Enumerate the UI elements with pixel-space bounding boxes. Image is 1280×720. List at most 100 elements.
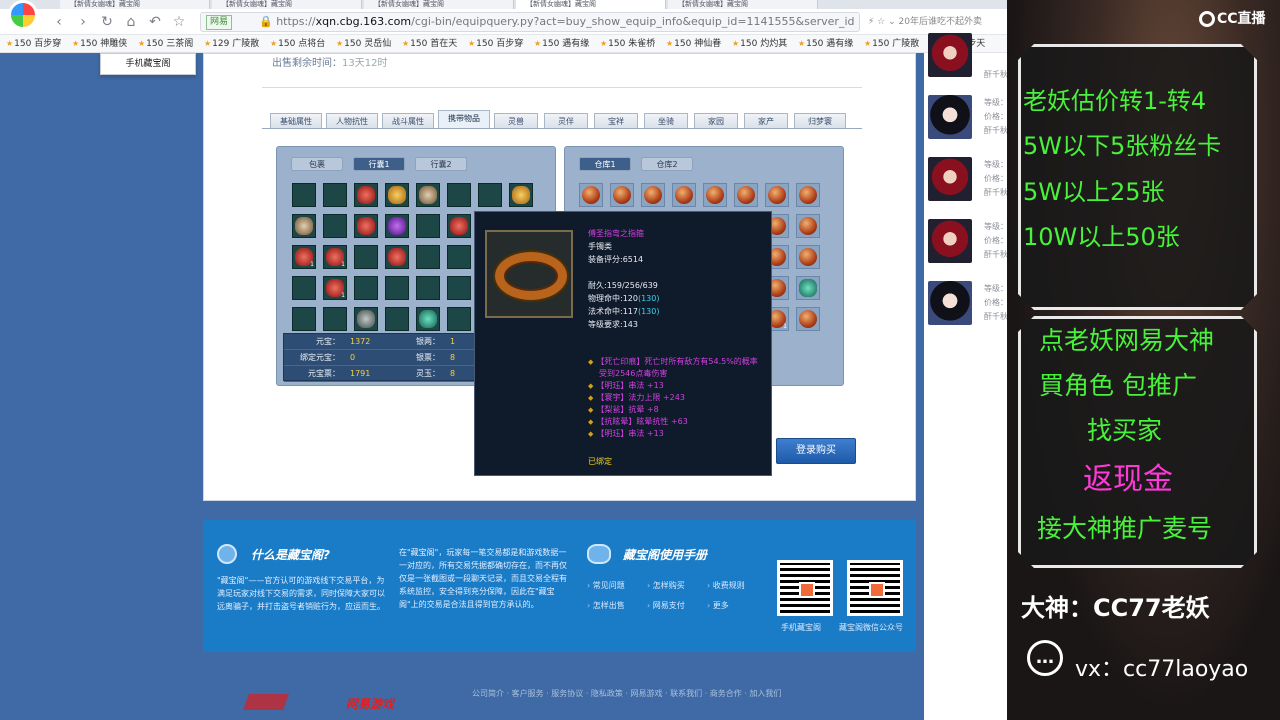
bookmark[interactable]: 150 神雕侠 — [72, 37, 127, 51]
item-slot[interactable] — [292, 276, 316, 300]
address-bar[interactable]: 网易 🔒 https://xqn.cbg.163.com/cgi-bin/equ… — [200, 12, 860, 32]
list-item[interactable]: 酐千秋 — [928, 29, 1007, 79]
tab-resist[interactable]: 人物抗性 — [326, 113, 378, 129]
item-slot[interactable] — [447, 307, 471, 331]
item-slot[interactable] — [765, 183, 789, 207]
news-ticker[interactable]: ⚡ ☆ ⌄ 20年后谁吃不起外卖 — [868, 14, 982, 27]
how-sell-link[interactable]: 怎样出售 — [587, 600, 625, 611]
bookmark[interactable]: 150 遇有缘 — [798, 37, 853, 51]
wechat-qr-code[interactable] — [847, 560, 903, 616]
item-slot[interactable] — [416, 276, 440, 300]
browser-logo-icon[interactable] — [8, 0, 38, 30]
tab-companion[interactable]: 灵伴 — [544, 113, 588, 129]
item-slot[interactable] — [447, 276, 471, 300]
tab-treasure[interactable]: 宝祥 — [594, 113, 638, 129]
item-slot[interactable] — [385, 214, 409, 238]
tab-dream[interactable]: 归梦寰 — [794, 113, 846, 129]
bookmark[interactable]: 150 神仙眷 — [666, 37, 721, 51]
item-slot[interactable] — [478, 183, 502, 207]
item-slot[interactable] — [416, 245, 440, 269]
item-slot[interactable] — [703, 183, 727, 207]
bag-tab[interactable]: 包裹 — [291, 157, 343, 171]
star-icon[interactable]: ☆ — [170, 13, 188, 31]
item-slot[interactable] — [796, 245, 820, 269]
item-slot[interactable] — [796, 183, 820, 207]
item-slot[interactable] — [292, 214, 316, 238]
mobile-qr-code[interactable] — [777, 560, 833, 616]
reload-icon[interactable]: ↻ — [98, 13, 116, 31]
item-slot[interactable] — [385, 276, 409, 300]
faq-link[interactable]: 常见问题 — [587, 580, 625, 591]
item-slot[interactable] — [509, 183, 533, 207]
item-slot[interactable] — [323, 214, 347, 238]
item-slot[interactable] — [796, 276, 820, 300]
bookmark[interactable]: 150 朱雀桥 — [600, 37, 655, 51]
item-slot[interactable] — [354, 245, 378, 269]
item-slot[interactable] — [323, 307, 347, 331]
item-slot[interactable] — [672, 183, 696, 207]
bookmark[interactable]: 150 百步穿 — [468, 37, 523, 51]
item-slot[interactable] — [354, 307, 378, 331]
item-slot[interactable] — [354, 214, 378, 238]
bookmark[interactable]: 150 灼灼其 — [732, 37, 787, 51]
tab-property[interactable]: 家产 — [744, 113, 788, 129]
back-icon[interactable]: ‹ — [50, 13, 68, 31]
warehouse-tab[interactable]: 仓库2 — [641, 157, 693, 171]
browser-tab[interactable]: 【新倩女幽魂】藏宝阁 — [364, 0, 514, 9]
tab-mount[interactable]: 坐骑 — [644, 113, 688, 129]
item-slot[interactable] — [354, 183, 378, 207]
item-slot[interactable]: 1 — [292, 245, 316, 269]
item-slot[interactable] — [447, 245, 471, 269]
login-buy-button[interactable]: 登录购买 — [776, 438, 856, 464]
bookmark[interactable]: 150 广陵散 — [864, 37, 919, 51]
item-slot[interactable] — [292, 307, 316, 331]
more-link[interactable]: 更多 — [707, 600, 729, 611]
bookmark[interactable]: 150 百步穿 — [6, 37, 61, 51]
bookmark[interactable]: 150 遇有缘 — [534, 37, 589, 51]
item-slot[interactable] — [796, 214, 820, 238]
item-slot[interactable] — [447, 214, 471, 238]
item-slot[interactable] — [385, 307, 409, 331]
browser-tab-active[interactable]: 【新倩女幽魂】藏宝阁 — [516, 0, 666, 9]
item-slot[interactable] — [354, 276, 378, 300]
forward-icon[interactable]: › — [74, 13, 92, 31]
item-slot[interactable] — [447, 183, 471, 207]
item-slot[interactable] — [796, 307, 820, 331]
list-item[interactable]: 等级： 价格： 酐千秋 — [928, 153, 1007, 203]
bookmark[interactable]: 150 三茶阁 — [138, 37, 193, 51]
list-item[interactable]: 等级： 价格： 酐千秋 — [928, 91, 1007, 141]
home-icon[interactable]: ⌂ — [122, 13, 140, 31]
item-slot[interactable] — [385, 245, 409, 269]
list-item[interactable]: 等级： 价格： 酐千秋 — [928, 277, 1007, 327]
item-slot[interactable] — [734, 183, 758, 207]
item-slot[interactable]: 1 — [323, 245, 347, 269]
tab-home[interactable]: 家园 — [694, 113, 738, 129]
tab-basic[interactable]: 基础属性 — [270, 113, 322, 129]
tab-pet[interactable]: 灵兽 — [494, 113, 538, 129]
item-slot[interactable] — [416, 183, 440, 207]
bookmark[interactable]: 150 点将台 — [270, 37, 325, 51]
item-slot[interactable] — [292, 183, 316, 207]
item-slot[interactable] — [416, 214, 440, 238]
pay-link[interactable]: 网易支付 — [647, 600, 685, 611]
item-slot[interactable] — [610, 183, 634, 207]
bookmark[interactable]: 150 首在天 — [402, 37, 457, 51]
how-buy-link[interactable]: 怎样购买 — [647, 580, 685, 591]
bookmark[interactable]: 150 灵岳仙 — [336, 37, 391, 51]
fee-link[interactable]: 收费规则 — [707, 580, 745, 591]
item-slot[interactable] — [323, 183, 347, 207]
bookmark[interactable]: 129 广陵散 — [204, 37, 259, 51]
browser-tab[interactable]: 【新倩女幽魂】藏宝阁 — [60, 0, 210, 9]
list-item[interactable]: 等级： 价格： 酐千秋 — [928, 215, 1007, 265]
tab-items[interactable]: 携带物品 — [438, 110, 490, 129]
browser-tab[interactable]: 【新倩女幽魂】藏宝阁 — [212, 0, 362, 9]
browser-tab[interactable]: 【新倩女幽魂】藏宝阁 — [668, 0, 818, 9]
item-slot[interactable] — [579, 183, 603, 207]
tab-combat[interactable]: 战斗属性 — [382, 113, 434, 129]
bag-tab-active[interactable]: 行囊1 — [353, 157, 405, 171]
bag-tab[interactable]: 行囊2 — [415, 157, 467, 171]
item-slot[interactable] — [385, 183, 409, 207]
item-slot[interactable]: 1 — [323, 276, 347, 300]
footer-links[interactable]: 公司简介 · 客户服务 · 服务协议 · 隐私政策 · 网易游戏 · 联系我们 … — [472, 688, 781, 699]
item-slot[interactable] — [641, 183, 665, 207]
